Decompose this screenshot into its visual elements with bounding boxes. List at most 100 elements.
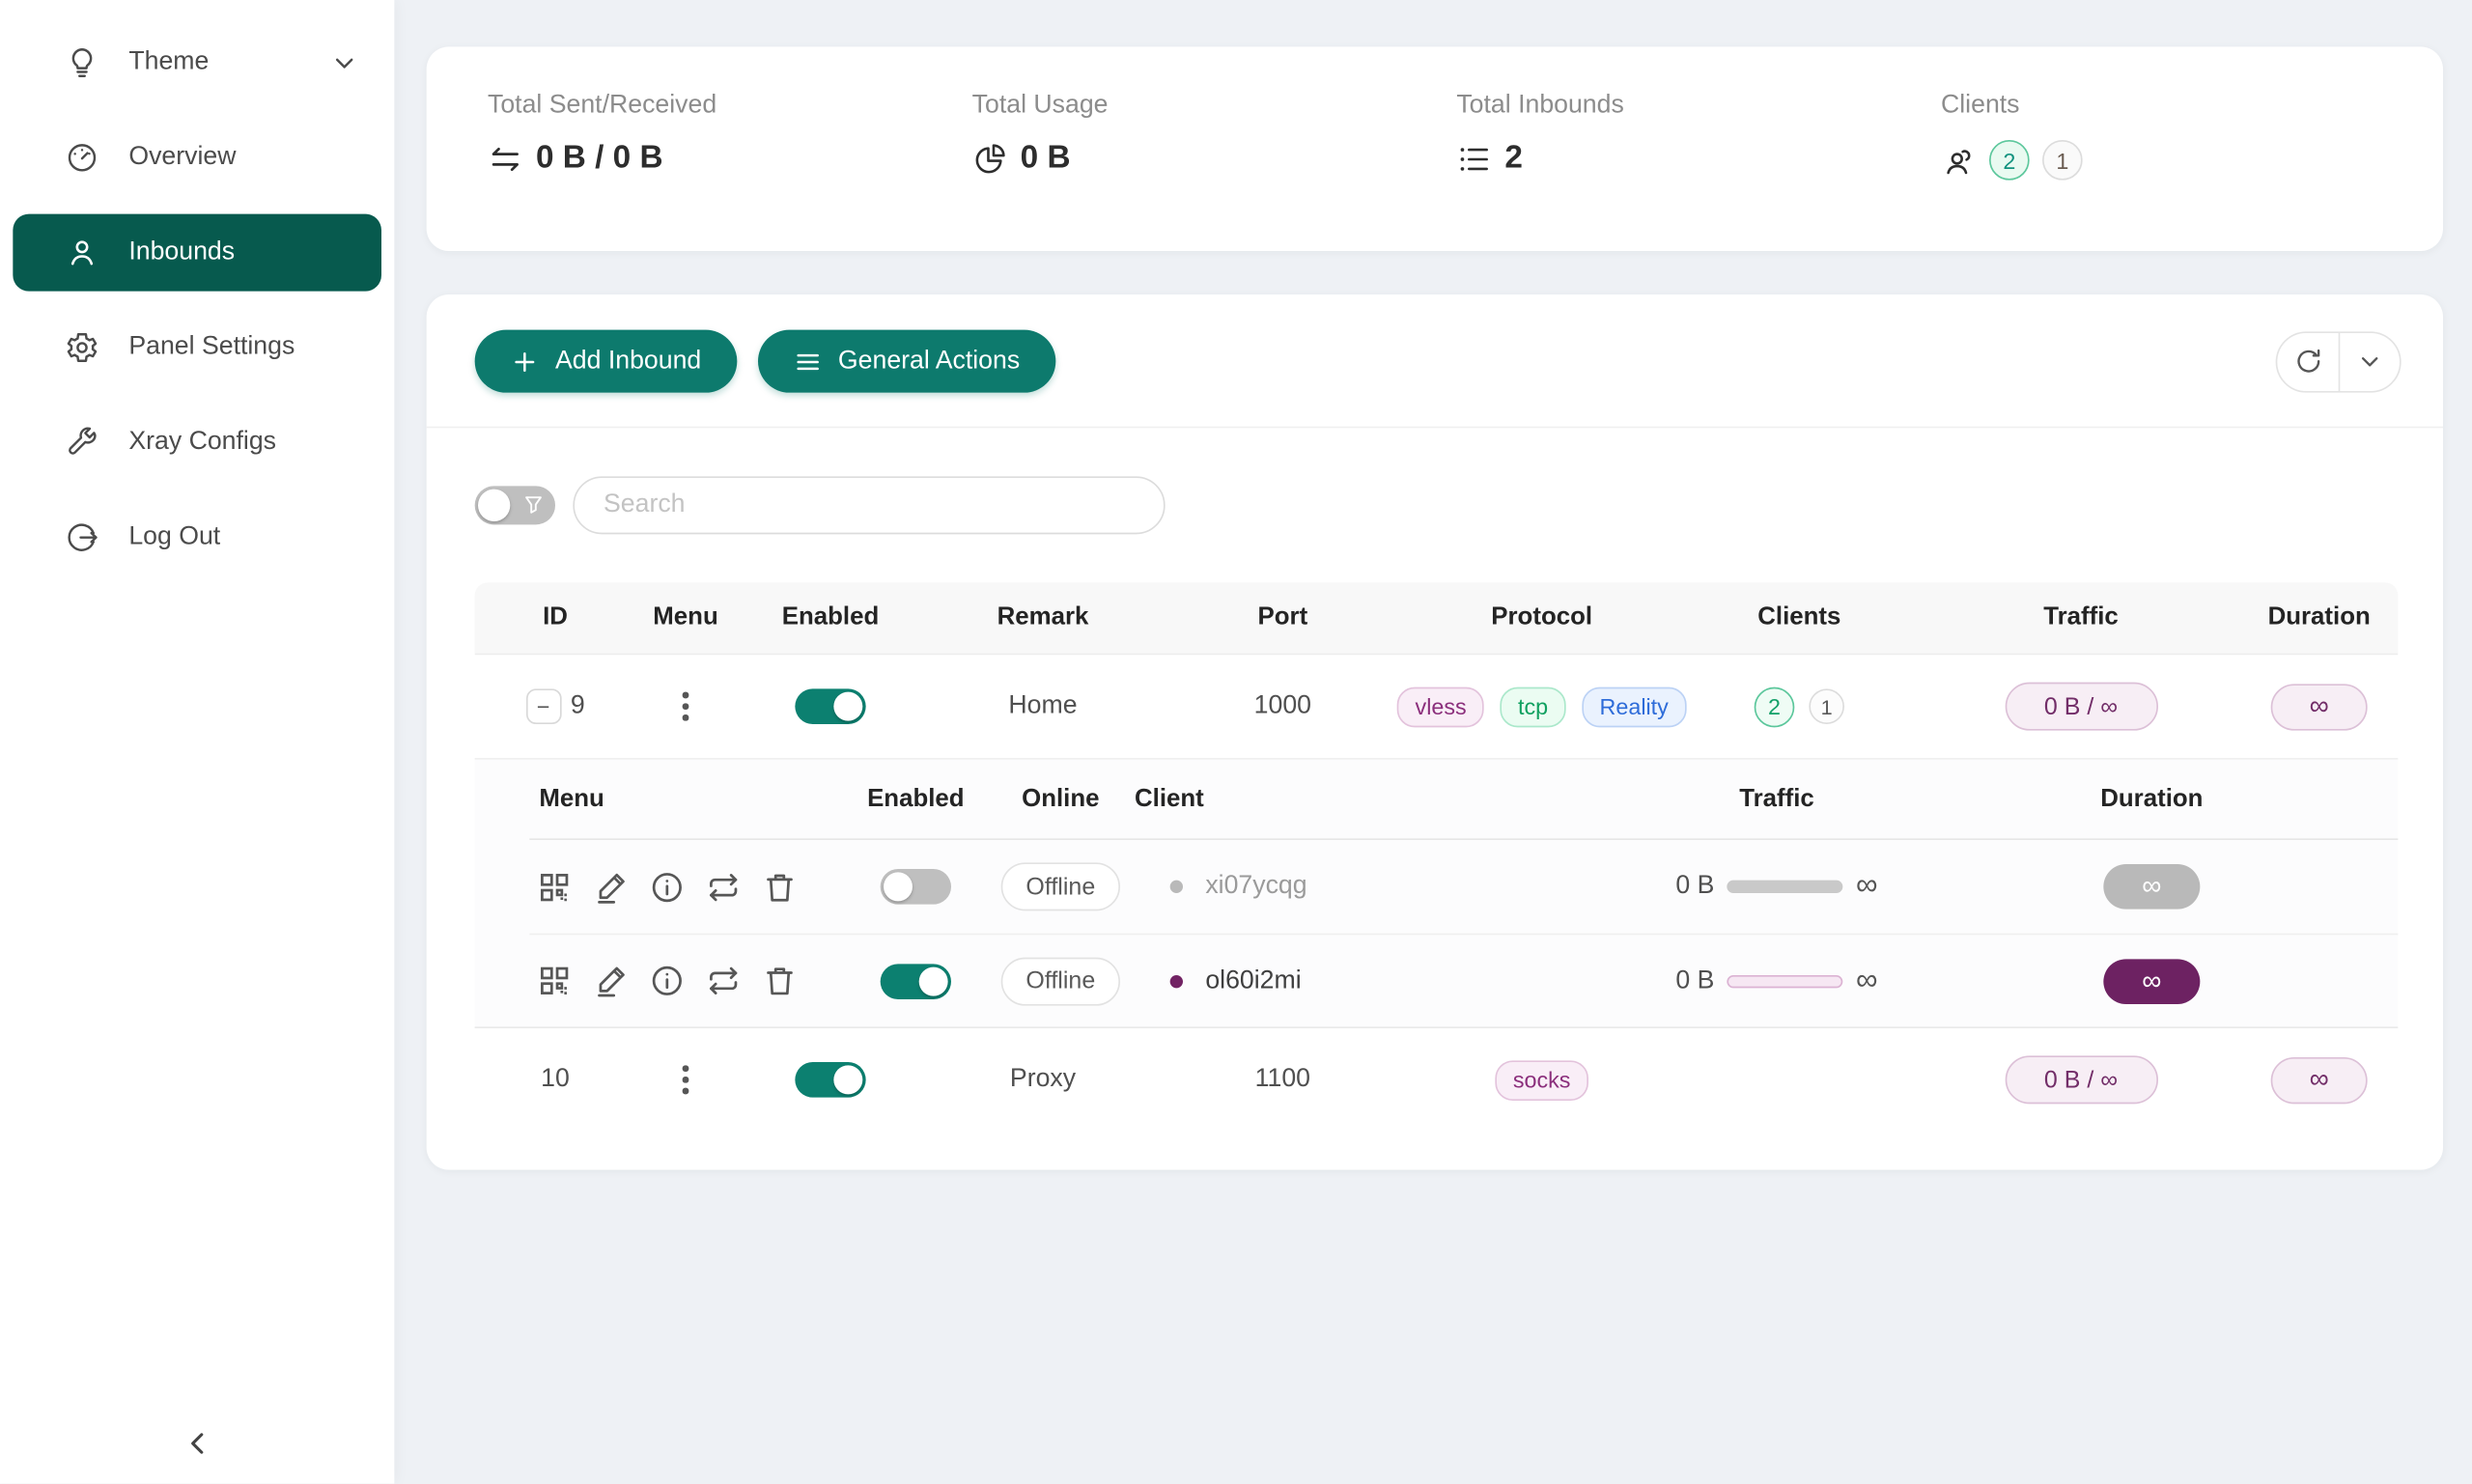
sidebar: Theme Overview Inbounds Panel Settings [0,0,394,1484]
client-name: xi07ycqg [1205,872,1306,901]
col-header-traffic: Traffic [1920,603,2241,632]
bulb-icon [65,45,100,81]
subcol-header-menu: Menu [529,785,835,814]
qrcode-icon[interactable] [536,868,573,905]
refresh-dropdown-button[interactable] [2339,332,2400,390]
toggle-knob [884,872,913,901]
sidebar-item-label: Overview [128,143,358,172]
stat-total-sent-received: Total Sent/Received 0 B / 0 B [488,92,972,251]
col-header-menu: Menu [635,603,735,632]
subcol-header-enabled: Enabled [835,785,997,814]
stat-total-inbounds: Total Inbounds 2 [1456,92,1941,251]
add-inbound-label: Add Inbound [555,347,701,376]
traffic-limit: ∞ [1856,869,1878,905]
add-inbound-button[interactable]: Add Inbound [475,330,737,393]
stat-label: Clients [1941,92,2426,121]
sidebar-item-log-out[interactable]: Log Out [13,499,381,576]
row-menu-button[interactable] [676,686,694,727]
clients-subtable: Menu Enabled Online Client Traffic Durat… [475,758,2399,1028]
chevron-left-icon [180,1426,215,1462]
info-icon[interactable] [649,963,686,999]
filter-toggle[interactable] [475,486,555,524]
inbound-enabled-toggle[interactable] [795,1062,865,1098]
sidebar-item-label: Panel Settings [128,333,358,362]
protocol-tag: vless [1397,686,1484,727]
toggle-knob [478,490,510,521]
list-icon [1456,141,1492,177]
col-header-port: Port [1161,603,1405,632]
client-enabled-toggle[interactable] [881,869,951,905]
col-header-duration: Duration [2242,603,2397,632]
protocol-tag: Reality [1582,686,1686,727]
traffic-limit: ∞ [1856,964,1878,999]
filter-funnel-icon [523,494,545,517]
transfer-icon [488,141,523,177]
toggle-knob [919,966,948,995]
client-row-xi07ycqg: Offline xi07ycqg 0 B ∞ ∞ [529,840,2398,934]
traffic-pill: 0 B / ∞ [2005,1055,2157,1104]
chevron-down-icon [330,48,359,77]
duration-pill: ∞ [2271,1056,2368,1103]
sidebar-item-label: Log Out [128,523,358,552]
info-icon[interactable] [649,868,686,905]
client-enabled-toggle[interactable] [881,964,951,999]
client-status-dot [1170,881,1183,893]
reset-traffic-icon[interactable] [705,868,742,905]
traffic-progress-bar [1728,974,1843,987]
delete-icon[interactable] [761,868,798,905]
table-row-inbound-9: − 9 Home 1000 vless tcp Reality 2 [475,655,2399,758]
table-header-row: ID Menu Enabled Remark Port Protocol Cli… [475,582,2399,655]
sidebar-item-panel-settings[interactable]: Panel Settings [13,309,381,386]
edit-icon[interactable] [592,868,629,905]
protocol-tag: socks [1495,1060,1587,1101]
stat-clients: Clients 2 1 [1941,92,2426,251]
inbound-remark: Proxy [1010,1065,1076,1094]
search-row [475,476,2443,534]
delete-icon[interactable] [761,963,798,999]
protocol-tag: tcp [1501,686,1566,727]
collapse-row-button[interactable]: − [525,688,561,724]
edit-icon[interactable] [592,963,629,999]
table-row-inbound-10: 10 Proxy 1100 socks 0 B / ∞ ∞ [475,1028,2399,1132]
col-header-protocol: Protocol [1405,603,1678,632]
col-header-id: ID [475,603,636,632]
stat-label: Total Sent/Received [488,92,972,121]
reset-traffic-icon[interactable] [705,963,742,999]
sidebar-item-xray-configs[interactable]: Xray Configs [13,404,381,481]
refresh-button[interactable] [2277,332,2338,390]
inbounds-table: ID Menu Enabled Remark Port Protocol Cli… [475,582,2399,1131]
sidebar-item-overview[interactable]: Overview [13,119,381,196]
sidebar-item-theme[interactable]: Theme [13,24,381,101]
stat-label: Total Usage [972,92,1457,121]
gauge-icon [65,140,100,176]
client-name: ol60i2mi [1205,966,1301,995]
logout-icon [65,519,100,555]
sidebar-item-inbounds[interactable]: Inbounds [13,214,381,292]
inbound-enabled-toggle[interactable] [795,688,865,724]
general-actions-button[interactable]: General Actions [758,330,1055,393]
page: Theme Overview Inbounds Panel Settings [0,0,2472,1484]
clients-online-badge: 2 [1755,686,1795,727]
toolbar: Add Inbound General Actions [427,294,2443,427]
col-header-clients: Clients [1678,603,1920,632]
search-input[interactable] [573,476,1165,534]
stats-card: Total Sent/Received 0 B / 0 B Total Usag… [427,46,2443,251]
sidebar-collapse-button[interactable] [0,1426,394,1462]
toggle-knob [833,1065,862,1094]
client-traffic-value: 0 B [1675,872,1714,901]
online-status-badge: Offline [1001,957,1119,1005]
client-status-dot [1170,974,1183,987]
row-menu-button[interactable] [676,1059,694,1101]
wrench-icon [65,425,100,461]
clients-online-badge: 2 [1989,140,2030,181]
refresh-group [2276,331,2402,392]
stat-value: 0 B / 0 B [536,140,663,177]
duration-pill: ∞ [2103,959,2200,1004]
clients-other-badge: 1 [1809,688,1844,724]
stat-value: 2 [1504,140,1523,177]
sidebar-item-label: Inbounds [128,238,358,267]
qrcode-icon[interactable] [536,963,573,999]
pie-chart-icon [972,141,1008,177]
duration-pill: ∞ [2271,684,2368,730]
subcol-header-duration: Duration [1946,785,2358,814]
